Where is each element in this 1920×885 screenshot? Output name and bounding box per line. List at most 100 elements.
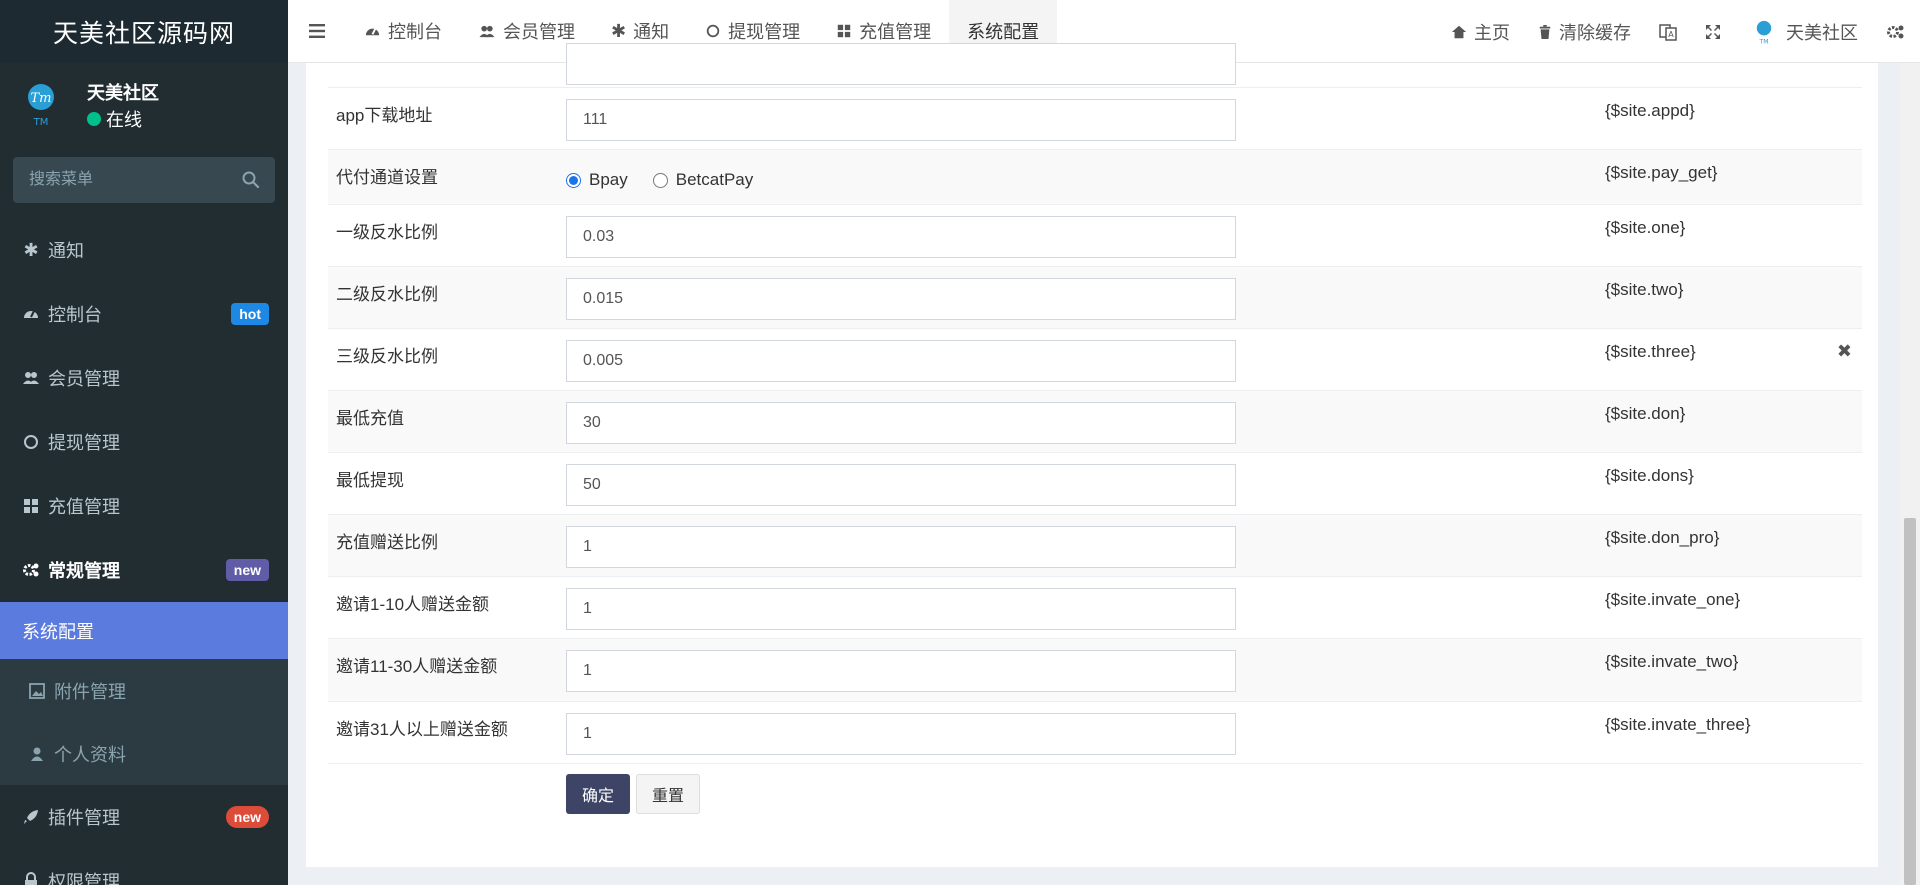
circle-icon bbox=[706, 24, 720, 38]
avatar: Tm TM bbox=[28, 84, 54, 128]
sidebar-item-label: 会员管理 bbox=[48, 369, 120, 389]
sidebar-item-label: 充值管理 bbox=[48, 497, 120, 517]
table-row: 最低充值 30 {$site.don} bbox=[328, 391, 1862, 453]
submit-button[interactable]: 确定 bbox=[566, 774, 630, 814]
home-label: 主页 bbox=[1474, 22, 1510, 43]
user-menu-label: 天美社区 bbox=[1786, 22, 1858, 43]
row-label: 邀请31人以上赠送金额 bbox=[336, 720, 508, 739]
app-download-input[interactable]: 111 bbox=[566, 99, 1236, 141]
menu-search-input[interactable] bbox=[13, 157, 275, 203]
sidebar-item-withdraw[interactable]: 提现管理 bbox=[0, 410, 288, 474]
row-variable: {$site.two} bbox=[1605, 280, 1684, 299]
radio-label: Bpay bbox=[589, 170, 628, 189]
row-label: 一级反水比例 bbox=[336, 223, 438, 242]
table-row: app下载地址 111 {$site.appd} bbox=[328, 88, 1862, 150]
sidebar-item-members[interactable]: 会员管理 bbox=[0, 346, 288, 410]
clear-cache-button[interactable]: 清除缓存 bbox=[1524, 0, 1645, 63]
config-input[interactable]: 0.015 bbox=[566, 278, 1236, 320]
config-input[interactable]: 30 bbox=[566, 402, 1236, 444]
config-input[interactable]: 0.005 bbox=[566, 340, 1236, 382]
tab-label: 会员管理 bbox=[503, 22, 575, 42]
config-input[interactable]: 1 bbox=[566, 713, 1236, 755]
payout-channel-radios: Bpay BetcatPay bbox=[566, 170, 778, 190]
table-row: 代付通道设置 Bpay BetcatPay {$site.pay_get} bbox=[328, 150, 1862, 205]
clear-cache-label: 清除缓存 bbox=[1559, 22, 1631, 43]
user-status: 在线 bbox=[87, 106, 142, 132]
row-variable: {$site.dons} bbox=[1605, 466, 1694, 485]
sidebar-item-profile[interactable]: 个人资料 bbox=[0, 722, 288, 785]
translate-icon: A bbox=[1659, 23, 1677, 41]
sidebar-item-system-config[interactable]: 系统配置 bbox=[0, 602, 288, 659]
user-name: 天美社区 bbox=[87, 83, 159, 103]
menu-toggle-button[interactable] bbox=[288, 0, 346, 63]
language-button[interactable]: A bbox=[1645, 0, 1691, 63]
row-variable: {$site.invate_one} bbox=[1605, 590, 1741, 609]
table-row: 最低提现 50 {$site.dons} bbox=[328, 453, 1862, 515]
table-row: 邀请11-30人赠送金额 1 {$site.invate_two} bbox=[328, 639, 1862, 702]
row-label: 最低充值 bbox=[336, 409, 404, 428]
table-row: 二级反水比例 0.015 {$site.two} bbox=[328, 267, 1862, 329]
users-icon bbox=[23, 372, 39, 384]
fullscreen-button[interactable] bbox=[1691, 0, 1735, 63]
circle-icon bbox=[24, 435, 38, 449]
sidebar-item-dashboard[interactable]: 控制台 hot bbox=[0, 282, 288, 346]
user-icon bbox=[31, 747, 43, 761]
svg-text:TM: TM bbox=[1758, 38, 1768, 45]
config-panel: app下载地址 111 {$site.appd} 代付通道设置 Bpay Bet… bbox=[306, 43, 1878, 867]
search-icon[interactable] bbox=[241, 170, 261, 190]
user-menu[interactable]: TM 天美社区 bbox=[1735, 0, 1872, 63]
online-status-icon bbox=[87, 112, 101, 126]
bpay-radio[interactable] bbox=[566, 172, 581, 188]
asterisk-icon: ✱ bbox=[23, 239, 39, 260]
row-variable: {$site.invate_two} bbox=[1605, 652, 1739, 671]
image-icon bbox=[29, 682, 45, 699]
users-icon bbox=[479, 25, 495, 37]
form-actions: 确定 重置 bbox=[328, 764, 1862, 854]
sidebar-item-permissions[interactable]: 权限管理 bbox=[0, 849, 288, 885]
tab-label: 控制台 bbox=[388, 22, 442, 42]
reset-button[interactable]: 重置 bbox=[636, 774, 700, 814]
row-label: 代付通道设置 bbox=[336, 168, 438, 187]
sidebar-item-attachments[interactable]: 附件管理 bbox=[0, 659, 288, 722]
sidebar-item-label: 系统配置 bbox=[22, 621, 94, 642]
user-panel: Tm TM 天美社区 在线 bbox=[0, 63, 288, 153]
settings-button[interactable] bbox=[1872, 0, 1920, 63]
sidebar-item-notice[interactable]: ✱ 通知 bbox=[0, 218, 288, 282]
hamburger-icon bbox=[309, 24, 325, 38]
table-row: 邀请31人以上赠送金额 1 {$site.invate_three} bbox=[328, 702, 1862, 764]
home-link[interactable]: 主页 bbox=[1437, 0, 1524, 63]
row-variable: {$site.don} bbox=[1605, 404, 1686, 423]
tab-label: 系统配置 bbox=[967, 22, 1040, 42]
sidebar-item-label: 提现管理 bbox=[48, 433, 120, 453]
app-logo[interactable]: 天美社区源码网 bbox=[0, 0, 288, 63]
config-input[interactable]: 0.03 bbox=[566, 216, 1236, 258]
config-input[interactable]: 1 bbox=[566, 650, 1236, 692]
table-row bbox=[328, 43, 1862, 88]
sidebar-item-general[interactable]: 常规管理 new bbox=[0, 538, 288, 602]
row-variable: {$site.three} bbox=[1605, 342, 1696, 361]
tab-label: 充值管理 bbox=[859, 22, 932, 42]
row-variable: {$site.appd} bbox=[1605, 101, 1695, 120]
config-input[interactable] bbox=[566, 43, 1236, 85]
config-input[interactable]: 1 bbox=[566, 526, 1236, 568]
row-variable: {$site.invate_three} bbox=[1605, 715, 1751, 734]
dashboard-icon bbox=[24, 310, 38, 318]
sidebar-item-label: 个人资料 bbox=[54, 744, 126, 765]
tab-dashboard[interactable]: 控制台 bbox=[346, 0, 460, 63]
sidebar-item-plugins[interactable]: 插件管理 new bbox=[0, 785, 288, 849]
row-label: 邀请1-10人赠送金额 bbox=[336, 595, 490, 614]
close-icon[interactable]: ✖ bbox=[1837, 341, 1852, 362]
row-variable: {$site.pay_get} bbox=[1605, 163, 1718, 182]
scrollbar[interactable] bbox=[1900, 63, 1920, 885]
betcatpay-radio[interactable] bbox=[652, 172, 668, 188]
config-table: app下载地址 111 {$site.appd} 代付通道设置 Bpay Bet… bbox=[328, 43, 1862, 854]
dashboard-icon bbox=[365, 27, 380, 35]
row-variable: {$site.one} bbox=[1605, 218, 1686, 237]
config-input[interactable]: 50 bbox=[566, 464, 1236, 506]
scroll-thumb[interactable] bbox=[1904, 518, 1916, 885]
main-content: app下载地址 111 {$site.appd} 代付通道设置 Bpay Bet… bbox=[288, 43, 1920, 885]
sidebar-item-recharge[interactable]: 充值管理 bbox=[0, 474, 288, 538]
row-label: 最低提现 bbox=[336, 471, 404, 490]
config-input[interactable]: 1 bbox=[566, 588, 1236, 630]
sidebar-menu: ✱ 通知 控制台 hot 会员管理 提现管理 充值管理 常规管理 new 系统配… bbox=[0, 218, 288, 885]
